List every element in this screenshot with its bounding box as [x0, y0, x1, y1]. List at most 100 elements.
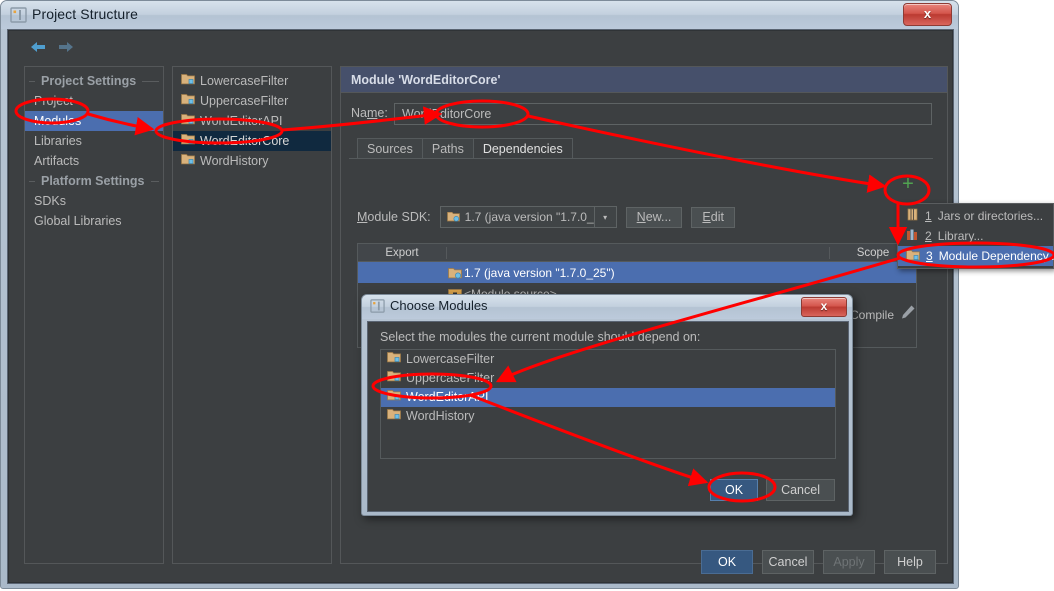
apply-button[interactable]: Apply — [823, 550, 875, 574]
back-button[interactable] — [28, 38, 50, 56]
dialog-list-item-wordhistory[interactable]: WordHistory — [381, 407, 835, 426]
new-sdk-button[interactable]: New... — [625, 206, 683, 228]
jdk-folder-icon — [446, 210, 460, 225]
screenshot-root: Project Structure x Project Settings Pro… — [0, 0, 1054, 591]
cancel-button[interactable]: Cancel — [762, 550, 814, 574]
module-folder-icon — [181, 131, 195, 151]
dialog-module-list: LowercaseFilter UppercaseFilter WordEdit… — [380, 349, 836, 459]
module-folder-icon — [181, 151, 195, 171]
name-row: Name: WordEditorCore — [341, 103, 947, 127]
window-titlebar: Project Structure x — [1, 1, 958, 29]
module-item-uppercasefilter[interactable]: UppercaseFilter — [173, 91, 331, 111]
module-sdk-value-wrap: 1.7 (java version "1.7.0_25") — [441, 210, 594, 225]
menu-item-library[interactable]: 2 Library... — [898, 226, 1053, 246]
choose-modules-dialog: Choose Modules x Select the modules the … — [361, 294, 853, 516]
module-sdk-combo[interactable]: 1.7 (java version "1.7.0_25") ▾ — [439, 206, 617, 228]
dialog-list-item-wordeditorapi[interactable]: WordEditorAPI — [381, 388, 835, 407]
name-label: Name: — [351, 106, 388, 120]
module-sdk-row: Module SDK: 1.7 (java version "1.7.0_25"… — [357, 205, 735, 229]
arrow-right-icon — [59, 42, 73, 52]
ok-button[interactable]: OK — [701, 550, 753, 574]
table-row[interactable]: 1.7 (java version "1.7.0_25") — [358, 262, 916, 283]
editor-tabs: Sources Paths Dependencies — [357, 137, 573, 159]
module-folder-icon — [181, 91, 195, 111]
dialog-titlebar: Choose Modules x — [362, 295, 852, 319]
dialog-list-item-label: WordEditorAPI — [406, 390, 489, 404]
window-close-button[interactable]: x — [903, 3, 952, 26]
library-icon — [906, 228, 919, 244]
module-sdk-value: 1.7 (java version "1.7.0_25") — [464, 210, 594, 224]
module-item-wordhistory[interactable]: WordHistory — [173, 151, 331, 171]
tab-sources[interactable]: Sources — [357, 138, 423, 159]
dialog-list-item-label: WordHistory — [406, 409, 475, 423]
tab-underline — [349, 158, 933, 159]
footer-buttons: OK Cancel Apply Help — [701, 550, 936, 574]
dialog-list-item-label: LowercaseFilter — [406, 352, 495, 366]
module-item-label: UppercaseFilter — [200, 94, 289, 108]
dialog-body: Select the modules the current module sh… — [367, 321, 849, 512]
window-title: Project Structure — [32, 6, 138, 22]
navigation-row — [10, 32, 951, 62]
dialog-cancel-button[interactable]: Cancel — [766, 479, 835, 501]
sidebar-item-libraries[interactable]: Libraries — [25, 131, 163, 151]
dialog-list-item-uppercasefilter[interactable]: UppercaseFilter — [381, 369, 835, 388]
module-folder-icon — [387, 388, 401, 407]
group-platform-settings: Platform Settings — [25, 171, 163, 191]
group-project-settings: Project Settings — [25, 71, 163, 91]
module-item-label: WordEditorAPI — [200, 114, 283, 128]
menu-item-number: 3 — [926, 249, 933, 263]
dialog-ok-button[interactable]: OK — [710, 479, 759, 501]
module-folder-icon — [387, 407, 401, 426]
dependencies-table-header: Export Scope — [358, 244, 916, 262]
add-dependency-button[interactable]: + — [902, 174, 914, 194]
menu-item-label: Jars or directories... — [937, 209, 1044, 223]
menu-item-number: 2 — [925, 229, 932, 243]
group-label: Project Settings — [35, 74, 143, 88]
dialog-prompt: Select the modules the current module sh… — [380, 330, 701, 344]
module-folder-icon — [181, 71, 195, 91]
module-item-lowercasefilter[interactable]: LowercaseFilter — [173, 71, 331, 91]
tab-paths[interactable]: Paths — [421, 138, 474, 159]
sidebar-item-artifacts[interactable]: Artifacts — [25, 151, 163, 171]
module-item-wordeditorapi[interactable]: WordEditorAPI — [173, 111, 331, 131]
dialog-list-item-label: UppercaseFilter — [406, 371, 495, 385]
intellij-app-icon — [370, 299, 385, 313]
module-list: LowercaseFilter UppercaseFilter WordEdit… — [172, 66, 332, 564]
module-name-input[interactable]: WordEditorCore — [394, 103, 932, 125]
jar-icon — [906, 208, 919, 224]
module-folder-icon — [181, 111, 195, 131]
module-folder-icon — [387, 350, 401, 369]
group-label: Platform Settings — [35, 174, 151, 188]
pencil-icon[interactable] — [900, 304, 916, 325]
module-item-label: LowercaseFilter — [200, 74, 289, 88]
arrow-left-icon — [31, 42, 45, 52]
sidebar-item-project[interactable]: Project — [25, 91, 163, 111]
module-sdk-label: Module SDK: — [357, 210, 431, 224]
tab-dependencies[interactable]: Dependencies — [472, 138, 573, 159]
dialog-buttons: OK Cancel — [710, 479, 835, 501]
forward-button[interactable] — [54, 38, 76, 56]
menu-item-number: 1 — [925, 209, 932, 223]
module-icon — [906, 248, 920, 264]
dependency-label: 1.7 (java version "1.7.0_25") — [464, 265, 615, 280]
help-button[interactable]: Help — [884, 550, 936, 574]
column-header-export[interactable]: Export — [358, 246, 447, 259]
intellij-app-icon — [10, 7, 27, 23]
menu-item-module-dependency[interactable]: 3 Module Dependency... — [898, 246, 1054, 266]
sidebar-item-sdks[interactable]: SDKs — [25, 191, 163, 211]
dialog-list-item-lowercasefilter[interactable]: LowercaseFilter — [381, 350, 835, 369]
settings-tree: Project Settings Project Modules Librari… — [24, 66, 164, 564]
chevron-down-icon[interactable]: ▾ — [593, 207, 616, 227]
module-folder-icon — [387, 369, 401, 388]
module-item-wordeditorcore[interactable]: WordEditorCore — [173, 131, 331, 151]
sidebar-item-modules[interactable]: Modules — [25, 111, 163, 131]
dialog-close-button[interactable]: x — [801, 297, 847, 317]
menu-item-jars-or-directories[interactable]: 1 Jars or directories... — [898, 206, 1053, 226]
jdk-icon — [446, 266, 464, 279]
module-editor-header: Module 'WordEditorCore' — [341, 67, 947, 93]
edit-sdk-button[interactable]: Edit — [691, 206, 735, 228]
add-dependency-popup-menu: 1 Jars or directories... 2 Library... 3 … — [897, 203, 1054, 269]
menu-item-label: Module Dependency... — [938, 249, 1054, 263]
sidebar-item-global-libraries[interactable]: Global Libraries — [25, 211, 163, 231]
menu-item-label: Library... — [937, 229, 984, 243]
